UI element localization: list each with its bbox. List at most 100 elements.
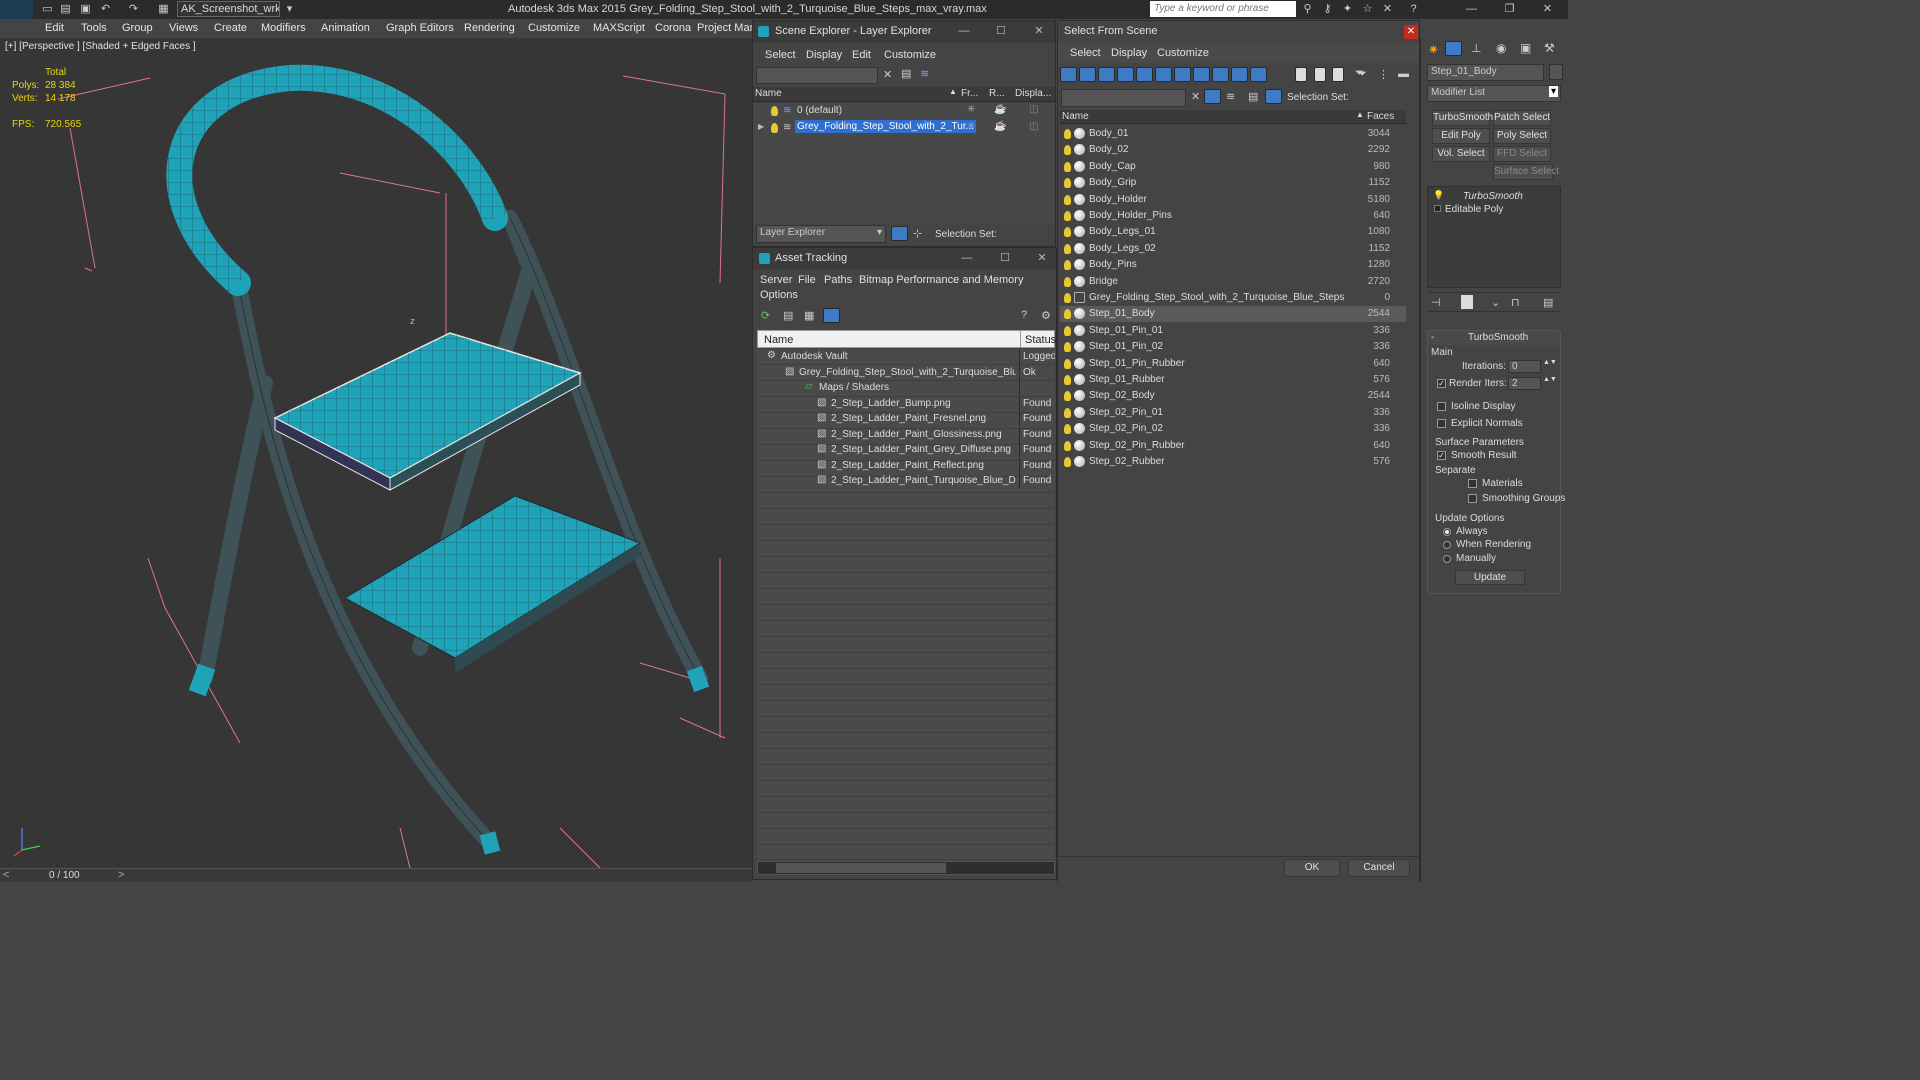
expand-arrow-icon[interactable]: ▶: [758, 122, 764, 131]
motion-tab-icon[interactable]: ◉: [1496, 41, 1506, 55]
menu-group[interactable]: Group: [122, 22, 153, 34]
scene-object-row[interactable]: Step_02_Pin_Rubber 640: [1060, 438, 1406, 454]
light-bulb-icon[interactable]: [1064, 391, 1071, 402]
explorer-type-dropdown[interactable]: Layer Explorer ▾: [756, 225, 886, 243]
display-shapes-icon[interactable]: [1098, 67, 1115, 82]
scene-object-row[interactable]: Step_01_Body 2544: [1060, 306, 1406, 323]
menu-views[interactable]: Views: [169, 22, 198, 34]
close-x-icon[interactable]: ✕: [1380, 2, 1395, 16]
display-box-icon[interactable]: ◫: [1029, 121, 1038, 132]
isoline-checkbox[interactable]: [1437, 402, 1446, 411]
asset-row[interactable]: ▧ 2_Step_Ladder_Bump.png Found: [757, 395, 1055, 411]
close-icon[interactable]: ✕: [1031, 24, 1047, 38]
ffd-select-button[interactable]: FFD Select: [1493, 146, 1551, 162]
vol-select-button[interactable]: Vol. Select: [1432, 146, 1490, 162]
sfs-search-input[interactable]: [1061, 89, 1186, 107]
light-bulb-icon[interactable]: 💡: [1433, 190, 1444, 201]
display-groups-icon[interactable]: [1193, 67, 1210, 82]
at-menu-bitmap[interactable]: Bitmap Performance and Memory: [859, 274, 1023, 286]
layer-explorer-icon[interactable]: [891, 226, 908, 241]
close-icon[interactable]: ✕: [1540, 2, 1555, 16]
light-bulb-icon[interactable]: [771, 123, 778, 133]
sfs-menu-select[interactable]: Select: [1070, 47, 1101, 59]
binoculars-icon[interactable]: ⚲: [1300, 2, 1315, 16]
prev-frame-icon[interactable]: <: [3, 869, 9, 881]
scene-object-row[interactable]: Step_02_Pin_01 336: [1060, 405, 1406, 421]
layer-row[interactable]: ▶ ≋ Grey_Folding_Step_Stool_with_2_Tur..…: [753, 120, 1055, 136]
display-all-icon[interactable]: [1060, 67, 1077, 82]
se-menu-select[interactable]: Select: [765, 49, 796, 61]
favorites-icon[interactable]: ☆: [1360, 2, 1375, 16]
light-bulb-icon[interactable]: [1064, 342, 1071, 353]
render-teapot-icon[interactable]: ☕: [994, 104, 1006, 115]
scene-object-row[interactable]: Bridge 2720: [1060, 274, 1406, 290]
ok-button[interactable]: OK: [1284, 859, 1340, 877]
filter-icon[interactable]: [1204, 89, 1221, 104]
smooth-result-checkbox[interactable]: ✓: [1437, 451, 1446, 460]
light-bulb-icon[interactable]: [1064, 407, 1071, 418]
asset-row[interactable]: ▧ 2_Step_Ladder_Paint_Fresnel.png Found: [757, 411, 1055, 426]
manually-radio[interactable]: [1443, 555, 1451, 563]
display-xrefs-icon[interactable]: [1212, 67, 1229, 82]
display-hidden-icon[interactable]: [1314, 67, 1326, 82]
at-menu-server[interactable]: Server: [760, 274, 792, 286]
minimize-icon[interactable]: —: [956, 24, 972, 38]
new-file-icon[interactable]: ▭: [40, 2, 55, 16]
materials-checkbox[interactable]: [1468, 479, 1477, 488]
object-color-swatch[interactable]: [1549, 64, 1563, 80]
key-icon[interactable]: ⚷: [1320, 2, 1335, 16]
help-icon[interactable]: ?: [1406, 2, 1421, 16]
asset-row[interactable]: ▧ 2_Step_Ladder_Paint_Reflect.png Found: [757, 457, 1055, 473]
filter-funnel-icon[interactable]: ⏷: [1358, 68, 1367, 81]
at-col-status[interactable]: Status: [1025, 334, 1056, 346]
menu-project-manager[interactable]: Project Man: [697, 22, 756, 34]
perspective-viewport[interactable]: z [+] [Perspective ] [Shaded + Edged Fac…: [0, 38, 752, 868]
render-iters-checkbox[interactable]: ✓: [1437, 379, 1446, 388]
scene-object-row[interactable]: Grey_Folding_Step_Stool_with_2_Turquoise…: [1060, 290, 1406, 306]
asset-row[interactable]: ▧ 2_Step_Ladder_Paint_Grey_Diffuse.png Fou…: [757, 442, 1055, 457]
minimize-icon[interactable]: —: [1464, 2, 1479, 16]
scene-explorer-title[interactable]: Scene Explorer - Layer Explorer: [753, 21, 1055, 43]
layer-tool-icon[interactable]: ≋: [1226, 90, 1235, 103]
scene-object-row[interactable]: Body_Legs_02 1152: [1060, 241, 1406, 257]
close-icon[interactable]: ✕: [1034, 251, 1050, 265]
make-unique-icon[interactable]: ⌄: [1491, 296, 1500, 309]
sfs-title[interactable]: Select From Scene: [1058, 21, 1419, 43]
poly-select-button[interactable]: Poly Select: [1493, 128, 1551, 144]
pin-stack-icon[interactable]: ⊣: [1431, 296, 1441, 309]
se-col-display[interactable]: Displa...: [1015, 88, 1051, 99]
display-tab-icon[interactable]: ▣: [1520, 41, 1531, 55]
stack-editable-poly[interactable]: Editable Poly: [1445, 204, 1503, 215]
list-view-icon[interactable]: ▤: [783, 309, 793, 322]
light-bulb-icon[interactable]: [1064, 276, 1071, 287]
project-folder-icon[interactable]: ▦: [156, 2, 171, 16]
light-bulb-icon[interactable]: [1064, 129, 1071, 139]
se-col-render[interactable]: R...: [989, 88, 1005, 99]
scene-object-row[interactable]: Body_Legs_01 1080: [1060, 224, 1406, 240]
asset-row[interactable]: ▧ Grey_Folding_Step_Stool_with_2_Turquois…: [757, 364, 1055, 380]
minimize-icon[interactable]: —: [959, 251, 975, 265]
light-bulb-icon[interactable]: [1064, 178, 1071, 189]
spinner-arrows-icon[interactable]: ▲▼: [1543, 376, 1557, 383]
turbosmooth-button[interactable]: TurboSmooth: [1432, 110, 1493, 126]
scene-object-row[interactable]: Body_Holder_Pins 640: [1060, 208, 1406, 224]
patch-select-button[interactable]: Patch Select: [1493, 110, 1551, 126]
display-geometry-icon[interactable]: [1079, 67, 1096, 82]
display-helpers-icon[interactable]: [1155, 67, 1172, 82]
scene-object-row[interactable]: Body_Cap 980: [1060, 159, 1406, 175]
at-menu-file[interactable]: File: [798, 274, 816, 286]
scene-object-row[interactable]: Body_Grip 1152: [1060, 175, 1406, 191]
settings-icon[interactable]: ⚙: [1041, 309, 1051, 322]
light-bulb-icon[interactable]: [1064, 227, 1071, 238]
iterations-spinner[interactable]: 0: [1508, 360, 1541, 373]
menu-animation[interactable]: Animation: [321, 22, 370, 34]
light-bulb-icon[interactable]: [1064, 293, 1071, 303]
when-rendering-radio[interactable]: [1443, 541, 1451, 549]
scene-object-row[interactable]: Body_01 3044: [1060, 126, 1406, 142]
cancel-button[interactable]: Cancel: [1348, 859, 1410, 877]
communication-icon[interactable]: ✦: [1340, 2, 1355, 16]
restore-icon[interactable]: ❐: [1502, 2, 1517, 16]
asset-row[interactable]: ▧ 2_Step_Ladder_Paint_Glossiness.png Found: [757, 426, 1055, 442]
surface-select-button[interactable]: Surface Select: [1493, 164, 1559, 180]
open-file-icon[interactable]: ▤: [58, 2, 73, 16]
